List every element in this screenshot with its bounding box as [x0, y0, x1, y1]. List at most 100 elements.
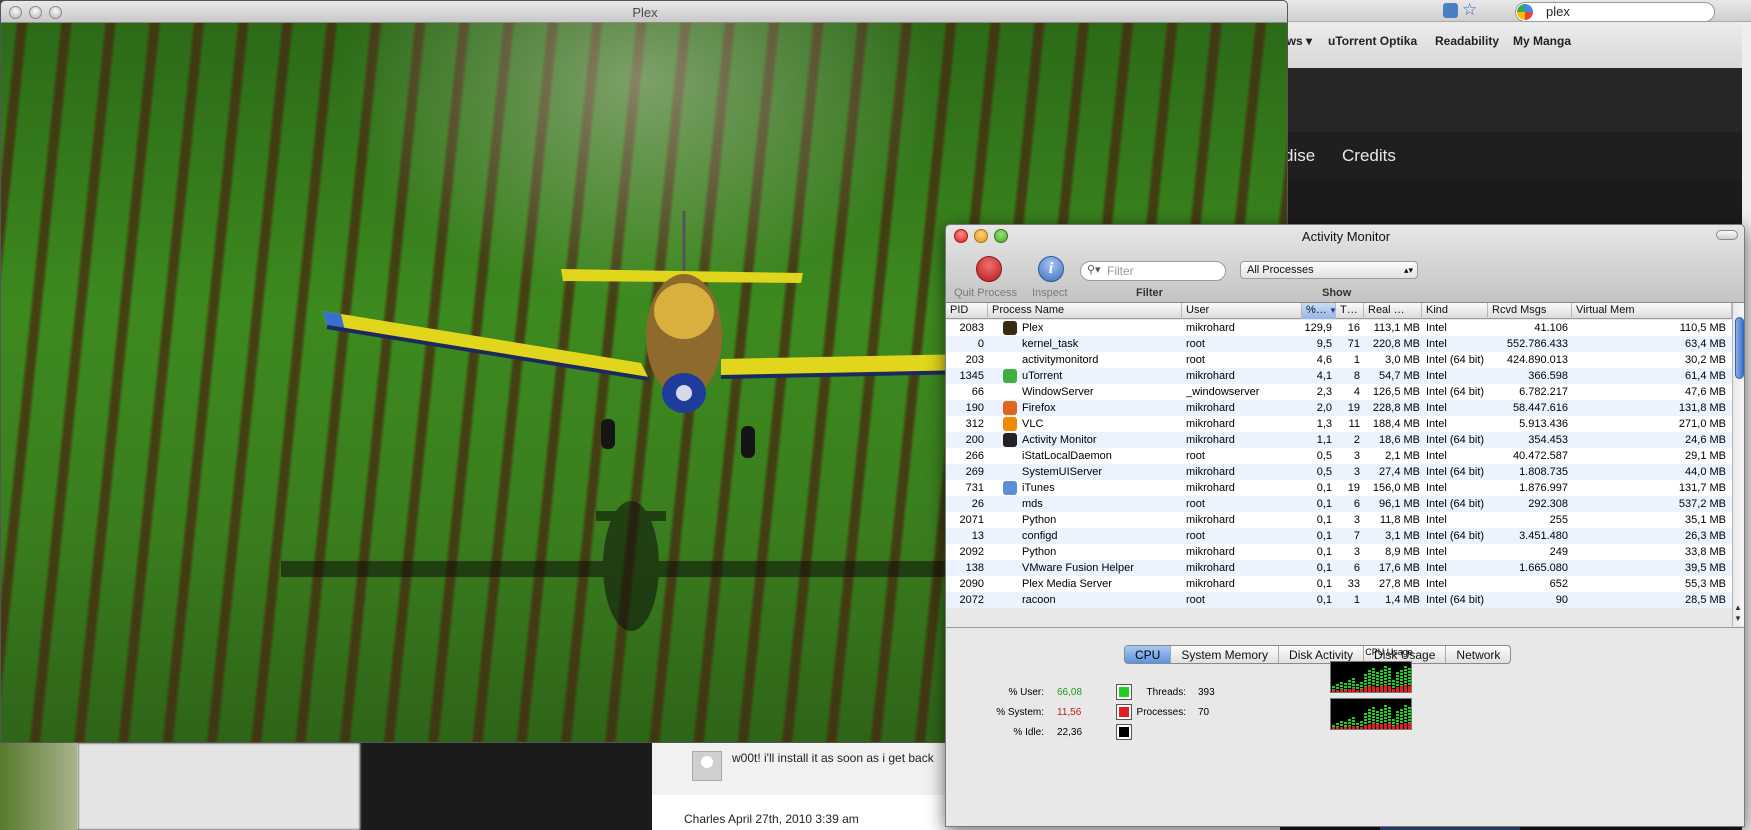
table-row[interactable]: 13 configd root 0,1 7 3,1 MB Intel (64 bit) 3.4…: [946, 528, 1732, 544]
cpu-graph-bar: [1408, 686, 1411, 692]
idle-value: 22,36: [1057, 727, 1083, 738]
bookmark-star-icon[interactable]: ☆: [1462, 0, 1477, 20]
cpu-graph-bar: [1332, 690, 1335, 692]
pid-cell: 2090: [959, 578, 984, 590]
pid-cell: 0: [977, 338, 984, 350]
column-cpu[interactable]: %… ▼: [1302, 303, 1336, 319]
table-row[interactable]: 2072 racoon root 0,1 1 1,4 MB Intel (64 bit) 90…: [946, 592, 1732, 608]
table-row[interactable]: 138 VMware Fusion Helper mikrohard 0,1 6 17,6…: [946, 560, 1732, 576]
bookmark-utorrent-optika[interactable]: uTorrent Optika: [1328, 34, 1417, 48]
pid-cell: 731: [965, 482, 984, 494]
toolbar-toggle-button[interactable]: [1716, 230, 1738, 240]
threads-label: Threads:: [1146, 687, 1186, 698]
kind-cell: Intel (64 bit): [1426, 434, 1485, 446]
table-row[interactable]: 269 SystemUIServer mikrohard 0,5 3 27,4 MB Int…: [946, 464, 1732, 480]
column-cpu-label: %…: [1306, 304, 1327, 316]
table-row[interactable]: 731 iTunes mikrohard 0,1 19 156,0 MB Intel 1.87…: [946, 480, 1732, 496]
idle-color-swatch[interactable]: [1116, 724, 1132, 740]
activity-monitor-window: Activity Monitor Quit Process i Inspect …: [945, 224, 1745, 827]
virtual-mem-cell: 55,3 MB: [1685, 578, 1726, 590]
virtual-mem-cell: 131,8 MB: [1678, 402, 1726, 414]
utorrent-icon: [1003, 369, 1017, 383]
user-cell: mikrohard: [1186, 322, 1235, 334]
column-threads[interactable]: T…: [1336, 303, 1364, 319]
pid-cell: 190: [965, 402, 984, 414]
bookmark-readability[interactable]: Readability: [1435, 34, 1499, 48]
filter-label: Filter: [1136, 287, 1163, 299]
avatar: [692, 751, 722, 781]
cpu-cell: 0,1: [1316, 594, 1332, 606]
table-row[interactable]: 266 iStatLocalDaemon root 0,5 3 2,1 MB Intel 40…: [946, 448, 1732, 464]
kind-cell: Intel: [1426, 418, 1447, 430]
column-real-mem[interactable]: Real …: [1364, 303, 1422, 319]
site-nav-item-credits[interactable]: Credits: [1342, 146, 1396, 166]
process-name-cell: Python: [1022, 546, 1057, 558]
virtual-mem-cell: 47,6 MB: [1685, 386, 1726, 398]
virtual-mem-cell: 39,5 MB: [1685, 562, 1726, 574]
cpu-graph-bar: [1372, 723, 1375, 729]
scrollbar-thumb[interactable]: [1735, 317, 1744, 379]
table-row[interactable]: 1345 uTorrent mikrohard 4,1 8 54,7 MB Intel 366…: [946, 368, 1732, 384]
pid-cell: 1345: [959, 370, 984, 382]
real-mem-cell: 96,1 MB: [1379, 498, 1420, 510]
table-row[interactable]: 2090 Plex Media Server mikrohard 0,1 33 27,8 …: [946, 576, 1732, 592]
site-header: [1280, 68, 1751, 132]
table-row[interactable]: 312 VLC mikrohard 1,3 11 188,4 MB Intel 5.913.4…: [946, 416, 1732, 432]
rss-icon[interactable]: [1443, 3, 1458, 18]
search-engine-icon[interactable]: [1517, 4, 1533, 20]
table-row[interactable]: 2083 Plex mikrohard 129,9 16 113,1 MB Intel 41.…: [946, 320, 1732, 336]
table-row[interactable]: 26 mds root 0,1 6 96,1 MB Intel (64 bit) 292.30…: [946, 496, 1732, 512]
table-row[interactable]: 2092 Python mikrohard 0,1 3 8,9 MB Intel 249 33,…: [946, 544, 1732, 560]
show-processes-select[interactable]: All Processes ▴▾: [1240, 261, 1418, 279]
search-icon: ⚲▾: [1087, 264, 1101, 276]
process-table-header: PID Process Name User %… ▼ T… Real … Kin…: [946, 303, 1732, 319]
inspect-icon[interactable]: i: [1038, 256, 1064, 282]
quit-process-label[interactable]: Quit Process: [954, 287, 1017, 299]
table-row[interactable]: 190 Firefox mikrohard 2,0 19 228,8 MB Intel 58.…: [946, 400, 1732, 416]
inspect-label[interactable]: Inspect: [1032, 287, 1067, 299]
tab-cpu[interactable]: CPU: [1125, 646, 1172, 663]
virtual-mem-cell: 537,2 MB: [1678, 498, 1726, 510]
column-rcvd-msgs[interactable]: Rcvd Msgs: [1488, 303, 1572, 319]
column-process-name[interactable]: Process Name: [988, 303, 1182, 319]
column-pid[interactable]: PID: [946, 303, 988, 319]
cpu-graph-core-2: [1330, 698, 1412, 730]
table-row[interactable]: 203 activitymonitord root 4,6 1 3,0 MB Intel (…: [946, 352, 1732, 368]
rcvd-msgs-cell: 90: [1555, 594, 1568, 606]
column-virtual-mem[interactable]: Virtual Mem: [1572, 303, 1732, 319]
real-mem-cell: 1,4 MB: [1385, 594, 1420, 606]
process-list[interactable]: 2083 Plex mikrohard 129,9 16 113,1 MB Intel 41.…: [946, 320, 1732, 626]
threads-cell: 3: [1353, 450, 1360, 462]
process-name-cell: Python: [1022, 514, 1057, 526]
process-name-cell: Firefox: [1022, 402, 1056, 414]
cpu-cell: 2,0: [1316, 402, 1332, 414]
filter-input[interactable]: Filter: [1080, 261, 1226, 281]
table-row[interactable]: 200 Activity Monitor mikrohard 1,1 2 18,6 MB I…: [946, 432, 1732, 448]
cpu-cell: 0,1: [1316, 530, 1332, 542]
kind-cell: Intel (64 bit): [1426, 530, 1485, 542]
real-mem-cell: 3,1 MB: [1385, 530, 1420, 542]
tab-network[interactable]: Network: [1446, 646, 1510, 663]
cpu-usage-label: CPU Usage: [1365, 647, 1413, 657]
site-nav-item-paradise[interactable]: dise: [1284, 146, 1315, 166]
table-row[interactable]: 2071 Python mikrohard 0,1 3 11,8 MB Intel 255 35…: [946, 512, 1732, 528]
bookmark-my-manga[interactable]: My Manga: [1513, 34, 1571, 48]
quit-process-icon[interactable]: [976, 256, 1002, 282]
virtual-mem-cell: 63,4 MB: [1685, 338, 1726, 350]
column-user[interactable]: User: [1182, 303, 1302, 319]
cpu-graph-bar: [1372, 686, 1375, 692]
cpu-graph-bar: [1384, 723, 1387, 729]
cpu-cell: 0,1: [1316, 482, 1332, 494]
cpu-cell: 2,3: [1316, 386, 1332, 398]
scroll-down-arrow-icon[interactable]: ▼: [1734, 614, 1742, 623]
kind-cell: Intel: [1426, 322, 1447, 334]
tab-system-memory[interactable]: System Memory: [1171, 646, 1280, 663]
process-name-cell: uTorrent: [1022, 370, 1063, 382]
table-row[interactable]: 66 WindowServer _windowserver 2,3 4 126,5 MB I…: [946, 384, 1732, 400]
user-cell: mikrohard: [1186, 418, 1235, 430]
real-mem-cell: 11,8 MB: [1379, 514, 1420, 526]
scroll-up-arrow-icon[interactable]: ▲: [1734, 603, 1742, 612]
column-kind[interactable]: Kind: [1422, 303, 1488, 319]
browser-search-input[interactable]: plex: [1515, 2, 1715, 22]
table-row[interactable]: 0 kernel_task root 9,5 71 220,8 MB Intel 552.78…: [946, 336, 1732, 352]
